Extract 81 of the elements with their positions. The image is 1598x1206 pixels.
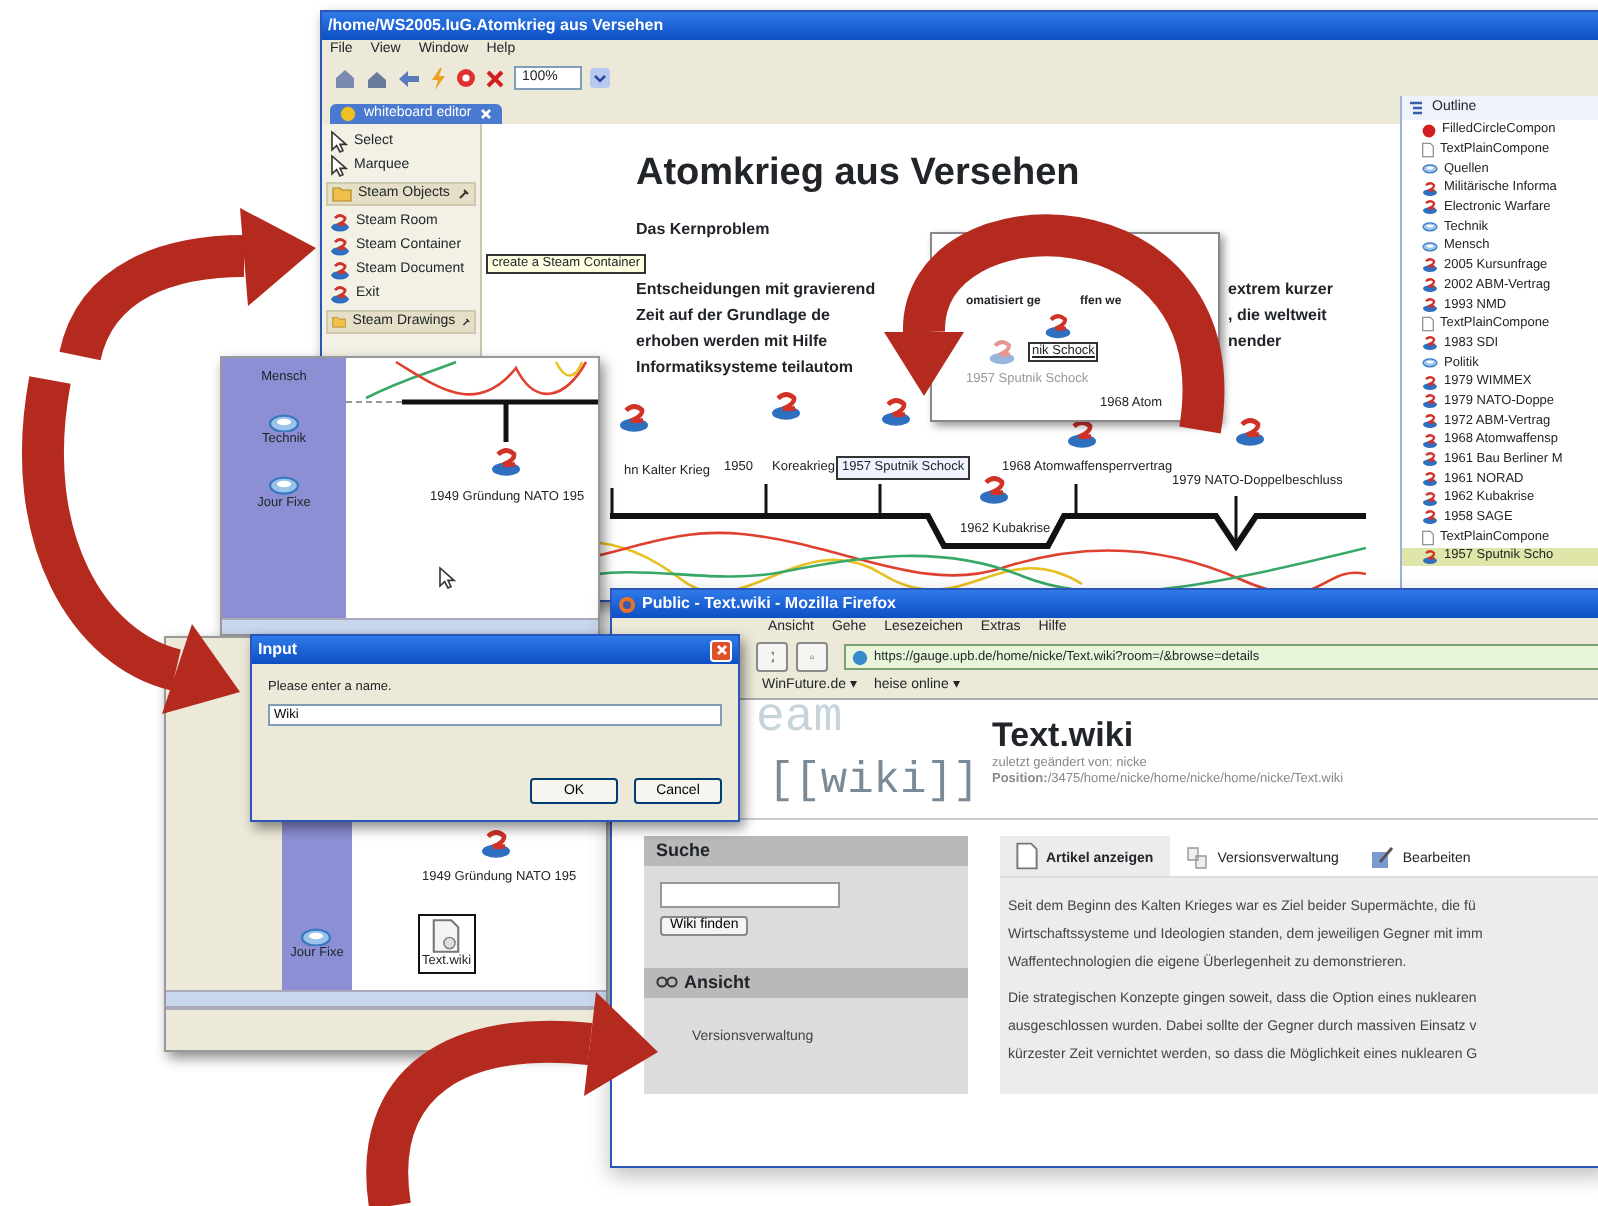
document-text: nender [1228, 332, 1282, 352]
stage-icon [1422, 278, 1438, 293]
node-icon [480, 830, 512, 859]
document-text: Informatiksysteme teilautom [636, 358, 853, 378]
node-icon [988, 340, 1016, 366]
browser-icon [618, 595, 636, 613]
stage-icon [1422, 452, 1438, 468]
glasses-icon [656, 976, 678, 989]
page-icon [1422, 141, 1434, 158]
page-icon [1016, 841, 1038, 870]
document-subheading: Das Kernproblem [636, 220, 770, 240]
scrollbar[interactable] [222, 618, 598, 634]
dialog-title: Input [258, 640, 298, 660]
stage-icon [1422, 181, 1438, 196]
document-heading: Atomkrieg aus Versehen [636, 152, 1080, 199]
pointer-icon [438, 566, 456, 590]
folder-icon [332, 186, 352, 203]
folder-icon [332, 314, 347, 331]
globe-icon [852, 649, 868, 666]
stage-icon [1422, 413, 1438, 429]
room-icon [267, 476, 300, 496]
stage-icon [1422, 394, 1438, 409]
room-icon [1422, 164, 1438, 174]
stage-icon [1422, 510, 1438, 526]
pages-icon [1185, 845, 1210, 870]
stage-icon [330, 237, 350, 256]
stage-icon [330, 285, 350, 304]
panel-title: Suche [656, 839, 711, 862]
stage-icon [1422, 491, 1438, 506]
room-icon [1422, 358, 1438, 368]
window-title: /home/WS2005.IuG.Atomkrieg aus Versehen [328, 16, 664, 36]
scrollbar[interactable] [166, 990, 606, 1006]
dropdown-icon [590, 68, 610, 89]
node-icon [770, 392, 802, 422]
page-icon [1422, 316, 1434, 333]
window-title: Public - Text.wiki - Mozilla Firefox [642, 594, 896, 614]
room-icon [267, 413, 300, 433]
stop-icon[interactable] [456, 68, 476, 89]
stage-icon [330, 261, 350, 280]
circle-icon [1422, 123, 1436, 138]
pointer-icon [330, 130, 348, 155]
stage-icon [1422, 258, 1438, 274]
delete-icon[interactable] [486, 69, 504, 88]
document-icon [432, 918, 461, 954]
document-text: Entscheidungen mit gravierend [636, 280, 876, 300]
lightning-icon[interactable] [430, 67, 446, 90]
node-icon [978, 476, 1010, 506]
document-text: Zeit auf der Grundlage de [636, 306, 830, 326]
logo-text: [[wiki]] [768, 755, 980, 809]
pointer-icon [330, 154, 348, 179]
stage-icon [1422, 549, 1438, 564]
home-button[interactable] [796, 642, 828, 673]
stop-button[interactable] [756, 642, 788, 673]
node-icon [618, 404, 650, 434]
stage-icon [1422, 472, 1438, 487]
panel-title: Ansicht [684, 971, 751, 994]
close-button[interactable] [710, 639, 732, 661]
back-arrow-icon[interactable] [398, 69, 420, 88]
stage-icon [1422, 433, 1438, 448]
stage-icon [330, 213, 350, 232]
pin-icon [461, 316, 470, 329]
house-icon[interactable] [366, 67, 388, 90]
stage-icon [1422, 375, 1438, 390]
node-icon [1066, 420, 1098, 450]
outline-icon [1408, 100, 1424, 117]
document-text: erhoben werden mit Hilfe [636, 332, 828, 352]
stage-icon [1422, 297, 1438, 313]
node-icon [1234, 418, 1266, 448]
node-icon [880, 398, 912, 428]
pin-icon [458, 188, 470, 201]
edit-icon [1370, 845, 1395, 870]
room-icon [300, 927, 333, 947]
stage-icon [1422, 336, 1438, 351]
node-icon [1044, 314, 1072, 340]
stage-icon [1422, 200, 1438, 216]
search-field[interactable] [660, 881, 840, 908]
document-text: extrem kurzer [1228, 280, 1333, 300]
document-text: , die weltweit [1228, 306, 1327, 326]
page-icon [1422, 529, 1434, 546]
page-title: Text.wiki [992, 715, 1136, 756]
node-icon [490, 448, 522, 477]
